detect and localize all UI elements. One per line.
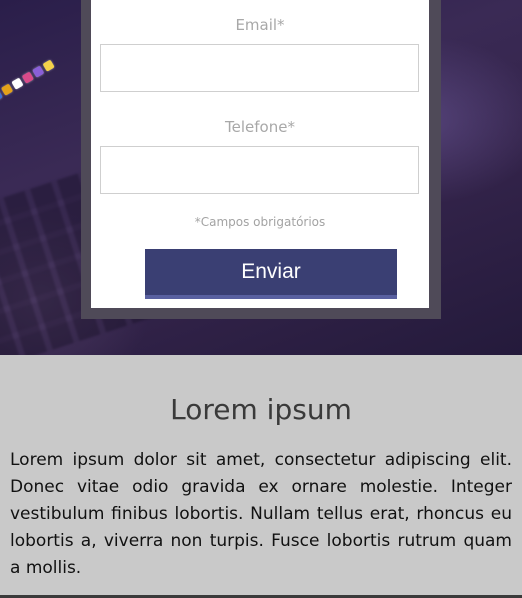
content-section: Lorem ipsum Lorem ipsum dolor sit amet, …: [0, 355, 522, 598]
section-body: Lorem ipsum dolor sit amet, consectetur …: [10, 450, 512, 578]
email-field[interactable]: [100, 44, 419, 92]
email-label: Email*: [235, 16, 285, 34]
phone-field[interactable]: [100, 146, 419, 194]
contact-form: Email* Telefone* *Campos obrigatórios En…: [91, 0, 429, 308]
section-title: Lorem ipsum: [170, 393, 352, 426]
contact-form-frame: Email* Telefone* *Campos obrigatórios En…: [81, 0, 441, 319]
phone-label: Telefone*: [225, 118, 295, 136]
required-fields-note: *Campos obrigatórios: [194, 215, 326, 229]
laptop-dock-image: [0, 49, 79, 113]
submit-button[interactable]: Enviar: [145, 249, 397, 299]
